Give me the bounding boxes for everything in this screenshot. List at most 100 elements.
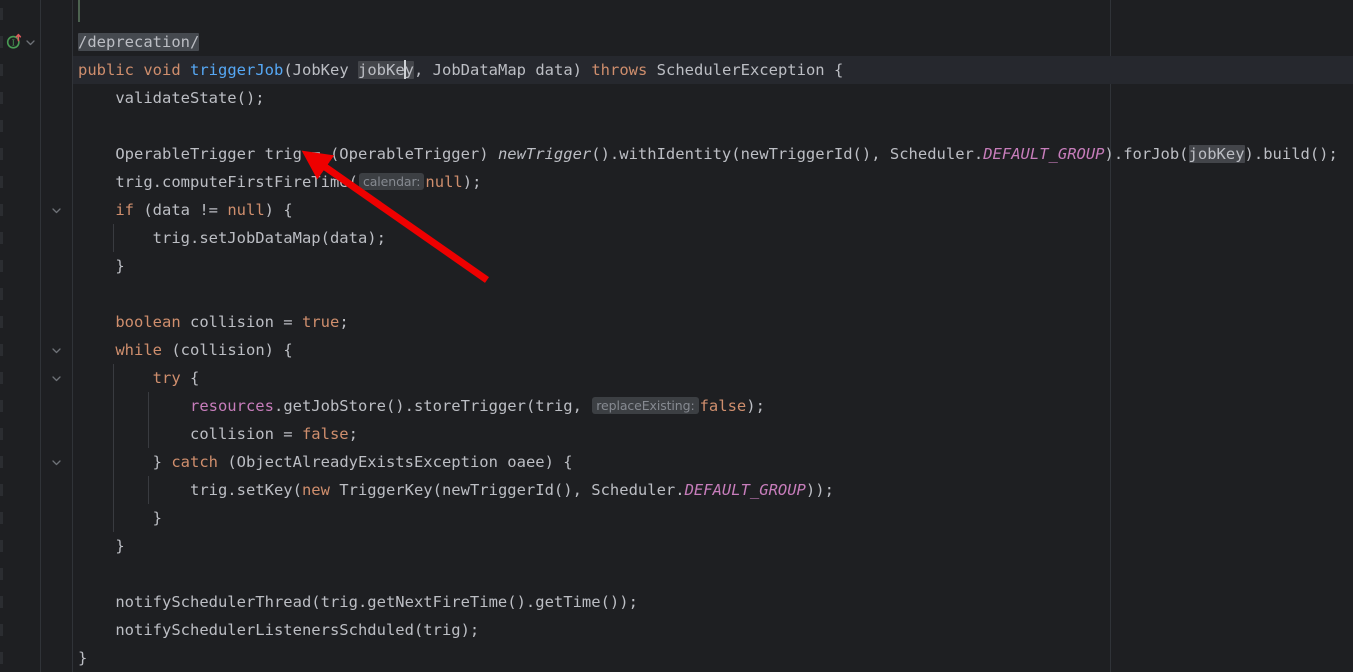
code-token: .getJobStore().storeTrigger(trig, <box>274 397 591 415</box>
code-line[interactable]: collision = false; <box>73 420 1353 448</box>
code-token: DEFAULT_GROUP <box>983 145 1104 163</box>
code-token: false <box>302 425 349 443</box>
code-token: (collision) { <box>162 341 293 359</box>
gutter-row[interactable] <box>0 280 73 308</box>
line-number-placeholder <box>0 92 3 104</box>
gutter-row[interactable] <box>0 84 73 112</box>
gutter-row[interactable] <box>0 308 73 336</box>
code-line[interactable]: resources.getJobStore().storeTrigger(tri… <box>73 392 1353 420</box>
fold-chevron-down-icon[interactable] <box>46 448 66 476</box>
line-number-placeholder <box>0 624 3 636</box>
code-token: false <box>700 397 747 415</box>
code-line[interactable] <box>73 560 1353 588</box>
code-line[interactable] <box>73 112 1353 140</box>
code-token: public <box>78 61 134 79</box>
gutter-row[interactable] <box>0 336 73 364</box>
indent-guide <box>148 392 149 448</box>
code-token: validateState(); <box>115 89 264 107</box>
gutter-row[interactable] <box>0 224 73 252</box>
line-number-placeholder <box>0 64 3 76</box>
gutter-row[interactable] <box>0 560 73 588</box>
code-indent <box>78 397 190 415</box>
line-number-placeholder <box>0 456 3 468</box>
identifier-under-caret: jobKey <box>358 61 414 79</box>
code-line[interactable]: trig.setKey(new TriggerKey(newTriggerId(… <box>73 476 1353 504</box>
gutter-row[interactable] <box>0 252 73 280</box>
code-token: TriggerKey(newTriggerId(), Scheduler. <box>330 481 685 499</box>
gutter-row[interactable]: I <box>0 28 73 56</box>
search-match-highlight: /deprecation/ <box>78 33 199 51</box>
code-token: notifySchedulerListenersSchduled(trig); <box>115 621 479 639</box>
code-line[interactable]: trig.computeFirstFireTime(calendar:null)… <box>73 168 1353 196</box>
code-indent <box>78 229 153 247</box>
line-number-placeholder <box>0 568 3 580</box>
gutter-row[interactable] <box>0 448 73 476</box>
code-token: { <box>181 369 200 387</box>
code-token: (data != <box>134 201 227 219</box>
code-token: ().withIdentity(newTriggerId(), Schedule… <box>591 145 983 163</box>
code-line[interactable]: } <box>73 504 1353 532</box>
code-indent <box>78 481 190 499</box>
parameter-name-hint[interactable]: calendar: <box>359 173 424 190</box>
code-line[interactable]: } <box>73 252 1353 280</box>
gutter-row[interactable] <box>0 504 73 532</box>
gutter-row[interactable] <box>0 168 73 196</box>
code-indent <box>78 341 115 359</box>
editor-gutter[interactable]: I <box>0 0 73 672</box>
code-line[interactable]: while (collision) { <box>73 336 1353 364</box>
gutter-row[interactable] <box>0 532 73 560</box>
code-indent <box>78 257 115 275</box>
code-token: )); <box>806 481 834 499</box>
gutter-row[interactable] <box>0 56 73 84</box>
code-line-current[interactable]: public void triggerJob(JobKey jobKey, Jo… <box>73 56 1353 84</box>
code-line[interactable] <box>73 280 1353 308</box>
code-token: } <box>78 649 87 667</box>
gutter-row[interactable] <box>0 392 73 420</box>
code-token: resources <box>190 397 274 415</box>
fold-chevron-down-icon[interactable] <box>20 28 40 56</box>
code-token: null <box>227 201 264 219</box>
gutter-row[interactable] <box>0 112 73 140</box>
gutter-row[interactable] <box>0 476 73 504</box>
gutter-row[interactable] <box>0 588 73 616</box>
code-token: void <box>143 61 180 79</box>
code-line[interactable]: } <box>73 644 1353 672</box>
code-line[interactable]: notifySchedulerListenersSchduled(trig); <box>73 616 1353 644</box>
line-number-placeholder <box>0 512 3 524</box>
gutter-row[interactable] <box>0 364 73 392</box>
code-content[interactable]: /deprecation/public void triggerJob(JobK… <box>73 0 1353 672</box>
gutter-row[interactable] <box>0 420 73 448</box>
code-line[interactable] <box>73 0 1353 28</box>
code-line[interactable]: /deprecation/ <box>73 28 1353 56</box>
code-line[interactable]: } catch (ObjectAlreadyExistsException oa… <box>73 448 1353 476</box>
code-line[interactable]: trig.setJobDataMap(data); <box>73 224 1353 252</box>
gutter-row[interactable] <box>0 644 73 672</box>
code-token: ); <box>463 173 482 191</box>
gutter-row[interactable] <box>0 196 73 224</box>
parameter-name-hint[interactable]: replaceExisting: <box>592 397 698 414</box>
code-token: catch <box>171 453 218 471</box>
gutter-row[interactable] <box>0 140 73 168</box>
code-token: DEFAULT_GROUP <box>685 481 806 499</box>
code-line[interactable]: validateState(); <box>73 84 1353 112</box>
code-line[interactable]: } <box>73 532 1353 560</box>
line-number-placeholder <box>0 232 3 244</box>
line-number-placeholder <box>0 372 3 384</box>
code-editor[interactable]: I /deprecation/public void triggerJob(Jo… <box>0 0 1353 672</box>
line-number-placeholder <box>0 176 3 188</box>
line-number-placeholder <box>0 260 3 272</box>
code-token: } <box>153 509 162 527</box>
gutter-row[interactable] <box>0 0 73 28</box>
code-line[interactable]: if (data != null) { <box>73 196 1353 224</box>
indent-guide <box>113 364 114 532</box>
code-line[interactable]: OperableTrigger trig = (OperableTrigger)… <box>73 140 1353 168</box>
code-line[interactable]: boolean collision = true; <box>73 308 1353 336</box>
fold-chevron-down-icon[interactable] <box>46 196 66 224</box>
code-indent <box>78 425 190 443</box>
code-token: ; <box>339 313 348 331</box>
code-line[interactable]: try { <box>73 364 1353 392</box>
fold-chevron-down-icon[interactable] <box>46 336 66 364</box>
fold-chevron-down-icon[interactable] <box>46 364 66 392</box>
gutter-row[interactable] <box>0 616 73 644</box>
code-line[interactable]: notifySchedulerThread(trig.getNextFireTi… <box>73 588 1353 616</box>
